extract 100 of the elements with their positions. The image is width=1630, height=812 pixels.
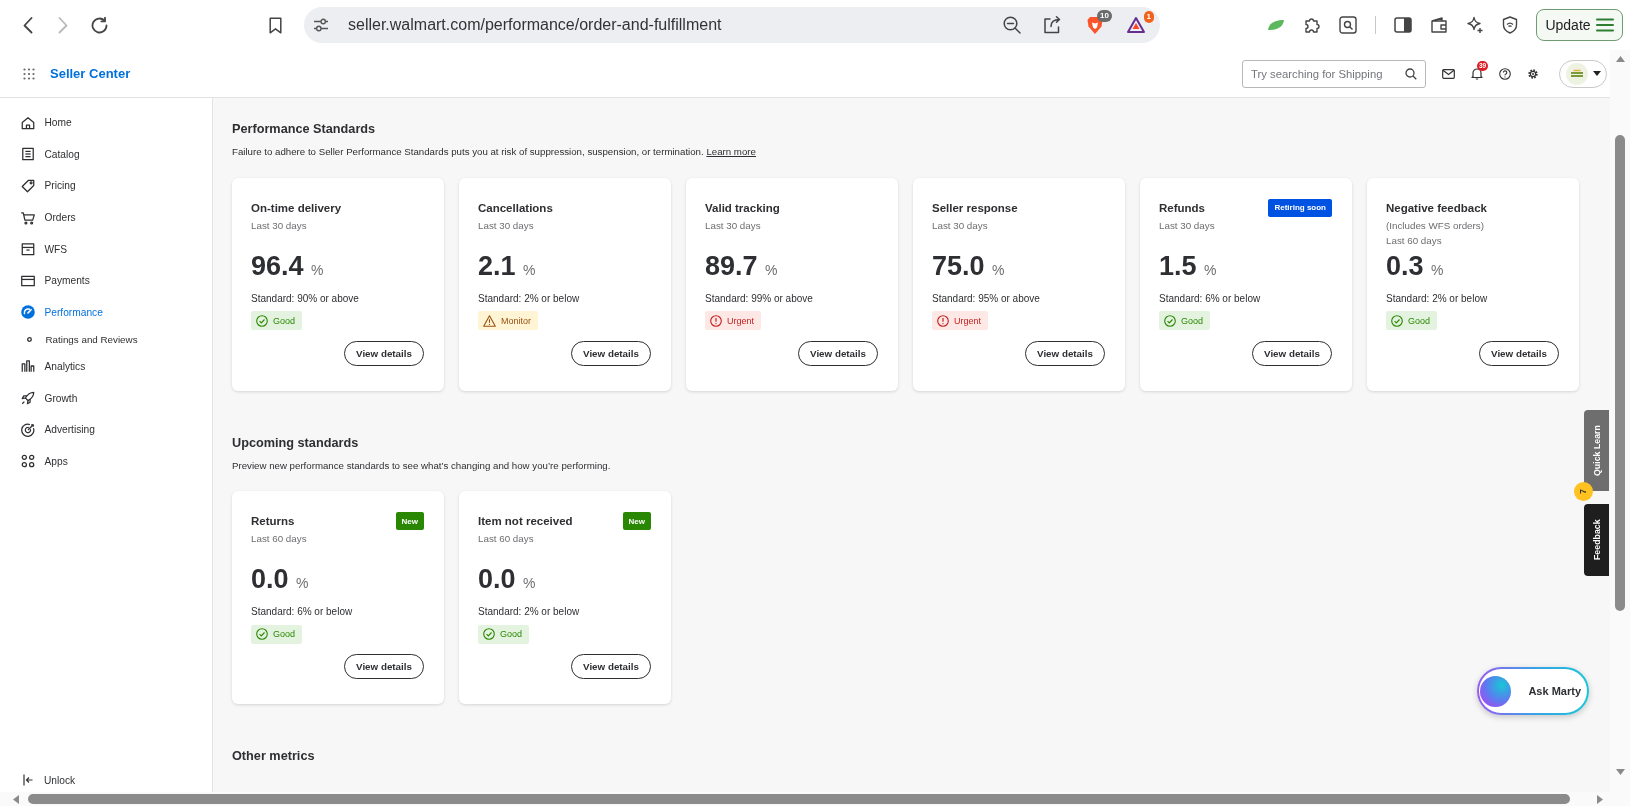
check-circle-icon [256,314,268,327]
back-icon[interactable] [23,16,33,34]
outline-shield-icon[interactable] [1502,16,1518,34]
zoom-out-icon[interactable] [1003,16,1021,34]
share-icon[interactable] [1043,16,1061,34]
search-field[interactable]: Try searching for Shipping [1242,59,1426,88]
card-note: Last 30 days [251,218,307,232]
warning-icon [483,314,496,327]
side-tab[interactable]: Quick Learn [1584,410,1609,491]
view-details-button[interactable]: View details [571,340,651,366]
status-label: Good [273,629,296,639]
dots-grid-icon[interactable] [23,67,35,80]
search-icon[interactable] [1405,67,1417,80]
status-label: Good [1408,315,1431,326]
cart-icon [21,210,35,225]
standard-text: Standard: 2% or below [1386,291,1488,305]
update-button[interactable]: Update [1536,9,1623,41]
menu-icon [1595,18,1614,32]
bookmark-icon[interactable] [269,16,282,34]
standard-text: Standard: 2% or below [478,291,580,305]
learn-more-link[interactable]: Learn more [706,146,756,157]
card-note: Last 60 days [251,532,307,545]
sidebar-item[interactable]: Pricing [0,170,84,202]
card-note: Last 60 days [1386,234,1442,247]
sidebar-item[interactable]: Apps [0,445,76,478]
sidebar-item[interactable]: Analytics [0,350,94,383]
scrollbar-thumb[interactable] [28,794,1570,804]
card-icon [21,273,35,288]
scrollbar-thumb[interactable] [1615,135,1625,611]
triangle-icon[interactable] [1127,17,1145,33]
wallet-icon[interactable] [1430,17,1448,33]
check-circle-icon [256,628,268,640]
reload-icon[interactable] [91,16,108,34]
sidebar-item[interactable]: Advertising [0,413,103,446]
section-title: Upcoming standards [232,434,359,451]
sidebar-item[interactable]: Performance [0,296,111,329]
rocket-icon [21,391,35,406]
scroll-left-icon[interactable] [13,794,19,804]
count-badge: 10 [1097,9,1112,22]
scroll-up-icon[interactable] [1615,56,1625,62]
view-details-button[interactable]: View details [798,340,878,366]
card-title: Cancellations [478,200,553,215]
caret-icon [1592,71,1601,76]
address-bar[interactable]: seller.walmart.com/performance/order-and-fulfillment 10 1 [304,7,1160,43]
target-icon [21,422,35,437]
sparkle-icon[interactable] [1466,16,1484,34]
view-details-button[interactable]: View details [344,340,424,366]
gauge-icon [21,305,35,320]
standard-text: Standard: 90% or above [251,291,359,305]
card-title: Negative feedback [1386,200,1487,215]
orb-icon [1480,675,1511,707]
bell-icon[interactable] [1471,67,1483,80]
url-text: seller.walmart.com/performance/order-and-fulfillment [348,16,722,34]
sidebar-item[interactable]: Orders [0,201,84,234]
side-tab[interactable]: Feedback [1584,504,1609,576]
page-search-icon[interactable] [1339,16,1357,34]
view-details-button[interactable]: View details [1252,340,1332,366]
standard-text: Standard: 99% or above [705,291,813,305]
help-icon[interactable] [1499,67,1511,80]
site-settings-icon[interactable] [313,18,329,32]
metric-value: 89.7 % [705,250,778,283]
view-details-button[interactable]: View details [1025,340,1105,366]
sidebar-item[interactable]: Home [0,107,80,139]
alert-icon [937,314,949,327]
scroll-right-icon[interactable] [1597,794,1603,804]
card-note: Last 30 days [932,218,988,232]
sidebar-item[interactable]: WFS [0,233,76,265]
card-note: (Includes WFS orders) [1386,218,1484,232]
view-details-button[interactable]: View details [1479,340,1559,366]
sidebar-item[interactable]: Growth [0,382,86,414]
sidebar-item[interactable]: Payments [0,264,98,297]
check-circle-icon [483,628,495,640]
settings-icon[interactable] [1527,67,1539,80]
view-details-button[interactable]: View details [344,654,424,679]
metric-value: 0.0 % [478,564,536,596]
card-title: Seller response [932,200,1018,215]
sidebar-subitem[interactable]: Ratings and Reviews [0,328,146,351]
check-circle-icon [1164,314,1176,327]
card-title: Item not received [478,514,573,528]
status-label: Good [1181,315,1204,326]
unlock-link[interactable]: Unlock [0,768,84,792]
card-note: Last 30 days [705,218,761,232]
scroll-down-icon[interactable] [1615,769,1625,775]
card-title: On-time delivery [251,200,342,215]
alert-icon [710,314,722,327]
account-menu-button[interactable] [1559,59,1607,88]
mail-icon[interactable] [1442,68,1455,79]
status-label: Monitor [501,315,531,326]
standard-text: Standard: 95% or above [932,291,1040,305]
sidebar-icon[interactable] [1394,17,1412,33]
metric-value: 2.1 % [478,250,536,283]
metric-value: 96.4 % [251,250,324,283]
card-title: Returns [251,514,295,528]
puzzle-icon[interactable] [1303,16,1321,34]
card-note: Last 30 days [478,218,534,232]
sidebar-item[interactable]: Catalog [0,138,88,171]
box-icon [21,242,35,257]
view-details-button[interactable]: View details [571,654,651,679]
brand-link[interactable]: Seller Center [50,66,131,81]
collapse-arrow-icon [23,774,33,786]
